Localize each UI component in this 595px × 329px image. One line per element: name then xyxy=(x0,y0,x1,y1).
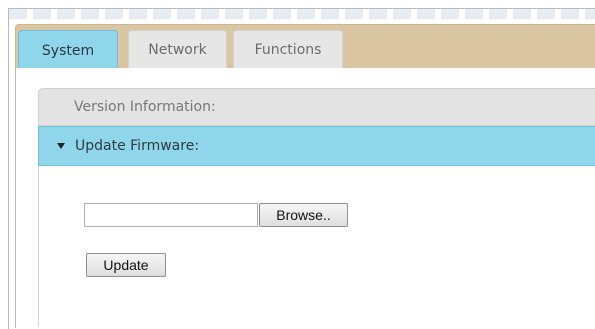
version-information-header[interactable]: Version Information: xyxy=(38,88,595,126)
browse-button[interactable]: Browse.. xyxy=(259,203,348,227)
browse-button-label: Browse.. xyxy=(276,207,331,223)
update-button-label: Update xyxy=(103,257,149,273)
update-firmware-body xyxy=(38,166,595,326)
tab-functions-label: Functions xyxy=(254,42,322,58)
tab-system-label: System xyxy=(41,42,95,59)
tab-system[interactable]: System xyxy=(18,30,118,70)
update-firmware-label: Update Firmware: xyxy=(75,138,200,154)
top-decorative-strip xyxy=(9,9,595,19)
tab-network[interactable]: Network xyxy=(128,30,227,69)
tab-network-label: Network xyxy=(148,42,207,58)
firmware-file-field[interactable] xyxy=(84,203,258,227)
update-button[interactable]: Update xyxy=(86,253,166,277)
tab-functions[interactable]: Functions xyxy=(233,30,343,69)
version-information-label: Version Information: xyxy=(74,99,216,115)
update-firmware-header[interactable]: Update Firmware: xyxy=(38,126,595,166)
expanded-triangle-icon xyxy=(57,143,65,149)
